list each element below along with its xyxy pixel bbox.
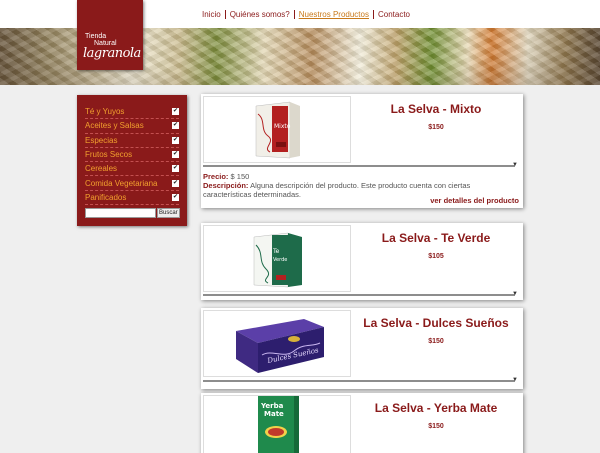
price-label: Precio: — [203, 172, 229, 181]
svg-text:Te: Te — [272, 248, 280, 255]
search-button[interactable]: Buscar — [157, 208, 180, 219]
category-item-cereales[interactable]: Cereales ✔ — [85, 162, 179, 177]
product-details: Precio: $ 150 Descripción: Alguna descri… — [203, 172, 519, 199]
site-logo[interactable]: Tienda Natural lagranola — [77, 0, 143, 70]
divider — [203, 294, 515, 296]
product-price: $150 — [428, 338, 444, 345]
triangle-down-icon[interactable]: ▼ — [512, 291, 518, 297]
product-name[interactable]: La Selva - Dulces Sueños — [353, 316, 519, 330]
category-label: Panificados — [85, 192, 127, 202]
product-card-yerba-mate: Yerba Mate La Selva - Yerba Mate $150 — [201, 393, 523, 453]
product-price: $105 — [428, 253, 444, 260]
category-item-frutos-secos[interactable]: Frutos Secos ✔ — [85, 148, 179, 163]
category-label: Cereales — [85, 164, 118, 174]
category-label: Té y Yuyos — [85, 107, 125, 117]
product-card-mixto: Mixto La Selva - Mixto $150 ▼ Precio: $ … — [201, 94, 523, 208]
tea-box-dulces-suenos-image: Dulces Sueños — [236, 319, 324, 373]
description-label: Descripción: — [203, 181, 249, 190]
category-item-panificados[interactable]: Panificados ✔ — [85, 191, 179, 206]
nav-item-inicio[interactable]: Inicio — [202, 10, 226, 19]
nav-item-contacto[interactable]: Contacto — [374, 10, 414, 19]
category-label: Frutos Secos — [85, 150, 133, 160]
search-form: Buscar — [85, 208, 180, 219]
category-item-comida-vegetariana[interactable]: Comida Vegetariana ✔ — [85, 176, 179, 191]
nav-item-quienes-somos[interactable]: Quiénes somos? — [226, 10, 295, 19]
tea-box-te-verde-image: Te Verde — [253, 232, 302, 288]
check-icon[interactable]: ✔ — [172, 193, 179, 201]
svg-text:Yerba: Yerba — [260, 402, 284, 410]
logo-line1: Tienda — [85, 33, 107, 40]
category-label: Aceites y Salsas — [85, 121, 144, 131]
check-icon[interactable]: ✔ — [172, 122, 179, 130]
divider — [203, 165, 515, 167]
nav-item-nuestros-productos[interactable]: Nuestros Productos — [295, 10, 374, 19]
product-card-te-verde: Te Verde La Selva - Te Verde $105 ▼ — [201, 223, 523, 300]
product-image[interactable]: Yerba Mate — [203, 395, 351, 453]
check-icon[interactable]: ✔ — [172, 179, 179, 187]
triangle-down-icon[interactable]: ▼ — [512, 162, 518, 168]
product-price: $150 — [428, 423, 444, 430]
product-card-dulces-suenos: Dulces Sueños La Selva - Dulces Sueños $… — [201, 308, 523, 389]
category-sidebar: Té y Yuyos ✔ Aceites y Salsas ✔ Especias… — [77, 95, 187, 226]
product-name[interactable]: La Selva - Te Verde — [353, 231, 519, 245]
category-item-aceites-y-salsas[interactable]: Aceites y Salsas ✔ — [85, 119, 179, 134]
check-icon[interactable]: ✔ — [172, 165, 179, 173]
check-icon[interactable]: ✔ — [172, 108, 179, 116]
svg-text:Mate: Mate — [264, 410, 284, 418]
search-input[interactable] — [85, 208, 156, 219]
svg-text:Verde: Verde — [273, 257, 287, 263]
logo-brand: lagranola — [83, 46, 141, 61]
product-price: $150 — [428, 124, 444, 131]
main-nav: Inicio Quiénes somos? Nuestros Productos… — [202, 10, 414, 19]
divider — [203, 380, 515, 382]
category-item-especias[interactable]: Especias ✔ — [85, 134, 179, 148]
category-item-te-y-yuyos[interactable]: Té y Yuyos ✔ — [85, 105, 179, 120]
tea-box-mixto-image: Mixto — [255, 101, 300, 159]
product-details-link[interactable]: ver detalles del producto — [430, 196, 519, 205]
check-icon[interactable]: ✔ — [172, 151, 179, 159]
box-label: Mixto — [274, 123, 291, 130]
product-name[interactable]: La Selva - Mixto — [353, 102, 519, 116]
triangle-down-icon[interactable]: ▼ — [512, 377, 518, 383]
product-image[interactable]: Mixto — [203, 96, 351, 163]
product-name[interactable]: La Selva - Yerba Mate — [353, 401, 519, 415]
category-label: Comida Vegetariana — [85, 178, 158, 188]
price-value: $ 150 — [230, 172, 250, 181]
category-label: Especias — [85, 135, 118, 145]
product-image[interactable]: Te Verde — [203, 225, 351, 292]
check-icon[interactable]: ✔ — [172, 136, 179, 144]
yerba-mate-package-image: Yerba Mate — [258, 396, 299, 453]
product-image[interactable]: Dulces Sueños — [203, 310, 351, 377]
